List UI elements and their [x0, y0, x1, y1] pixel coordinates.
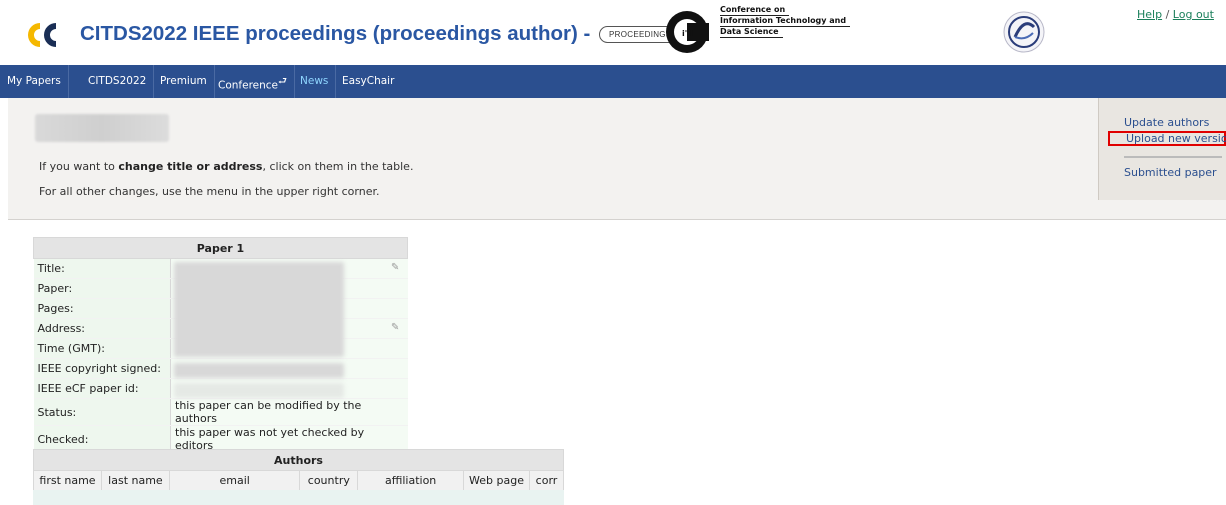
side-menu: Update authors Upload new version Submit…	[1098, 98, 1226, 200]
side-menu-divider	[1124, 156, 1222, 158]
main-nav: My Papers CITDS2022 Premium Conference⮐ …	[0, 65, 1226, 98]
external-link-icon: ⮐	[278, 76, 288, 87]
authors-table: Authors first name last name email count…	[33, 449, 565, 491]
page-title-text: CITDS2022 IEEE proceedings (proceedings …	[80, 22, 591, 45]
link-separator: /	[1165, 8, 1170, 21]
redacted-paper-details	[174, 262, 344, 357]
info-text: , click on them in the table.	[262, 160, 414, 173]
column-header-web-page: Web page	[463, 470, 530, 491]
table-cell-label: Pages:	[33, 298, 171, 319]
svg-text:i'd: i'd	[682, 29, 693, 38]
upload-new-version-link[interactable]: Upload new version	[1108, 131, 1226, 146]
redacted-ecf-id	[174, 383, 344, 398]
info-text: If you want to	[39, 160, 119, 173]
edit-address-pencil-icon[interactable]: ✎	[391, 322, 399, 333]
organization-seal-icon	[1003, 11, 1045, 53]
redacted-copyright-status	[174, 363, 344, 378]
table-row: Status: this paper can be modified by the…	[33, 398, 408, 426]
column-header-corr: corr	[528, 470, 565, 491]
nav-item-easychair[interactable]: EasyChair	[335, 65, 401, 98]
logout-link[interactable]: Log out	[1173, 8, 1214, 21]
easychair-logo-icon[interactable]	[26, 21, 66, 49]
info-instruction-other: For all other changes, use the menu in t…	[39, 185, 380, 198]
submitted-paper-link[interactable]: Submitted paper	[1124, 166, 1217, 179]
nav-item-my-papers[interactable]: My Papers	[0, 65, 69, 98]
top-links: Help / Log out	[1137, 8, 1214, 21]
table-cell-label: Time (GMT):	[33, 338, 171, 359]
info-bold-text: change title or address	[118, 160, 263, 173]
nav-item-citds2022[interactable]: CITDS2022	[81, 65, 155, 98]
update-authors-link[interactable]: Update authors	[1124, 116, 1209, 129]
header: CITDS2022 IEEE proceedings (proceedings …	[0, 0, 1226, 65]
nav-item-conference[interactable]: Conference⮐	[211, 65, 296, 98]
conference-logo-text: Conference on Information Technology and…	[720, 5, 851, 38]
paper-table-title: Paper 1	[33, 237, 408, 259]
info-panel: If you want to change title or address, …	[8, 98, 1226, 220]
conference-logo-line: Conference on	[720, 5, 790, 16]
table-cell-value: this paper can be modified by the author…	[170, 398, 408, 426]
author-row-redacted	[33, 490, 564, 505]
column-header-email: email	[168, 470, 301, 491]
conference-logo-line: Data Science	[720, 27, 783, 38]
page-title: CITDS2022 IEEE proceedings (proceedings …	[80, 22, 682, 46]
table-cell-label: IEEE copyright signed:	[33, 358, 171, 379]
table-cell-label: IEEE eCF paper id:	[33, 378, 171, 399]
nav-item-conference-label: Conference	[218, 79, 279, 92]
table-cell-label: Paper:	[33, 278, 171, 299]
table-cell-label: Title:	[33, 258, 171, 279]
nav-item-premium[interactable]: Premium	[153, 65, 215, 98]
column-header-first-name: first name	[33, 470, 102, 491]
conference-logo: i'd Conference on Information Technology…	[665, 5, 865, 61]
conference-emblem-icon: i'd	[666, 11, 709, 53]
column-header-country: country	[299, 470, 359, 491]
column-header-last-name: last name	[100, 470, 170, 491]
nav-item-news[interactable]: News	[293, 65, 337, 98]
authors-table-title: Authors	[33, 449, 564, 471]
info-instruction-title: If you want to change title or address, …	[39, 160, 413, 173]
conference-logo-line: Information Technology and	[720, 16, 851, 27]
help-link[interactable]: Help	[1137, 8, 1162, 21]
table-cell-label: Address:	[33, 318, 171, 339]
redacted-heading	[35, 114, 169, 142]
table-cell-label: Status:	[33, 398, 171, 426]
edit-title-pencil-icon[interactable]: ✎	[391, 262, 399, 273]
column-header-affiliation: affiliation	[357, 470, 464, 491]
